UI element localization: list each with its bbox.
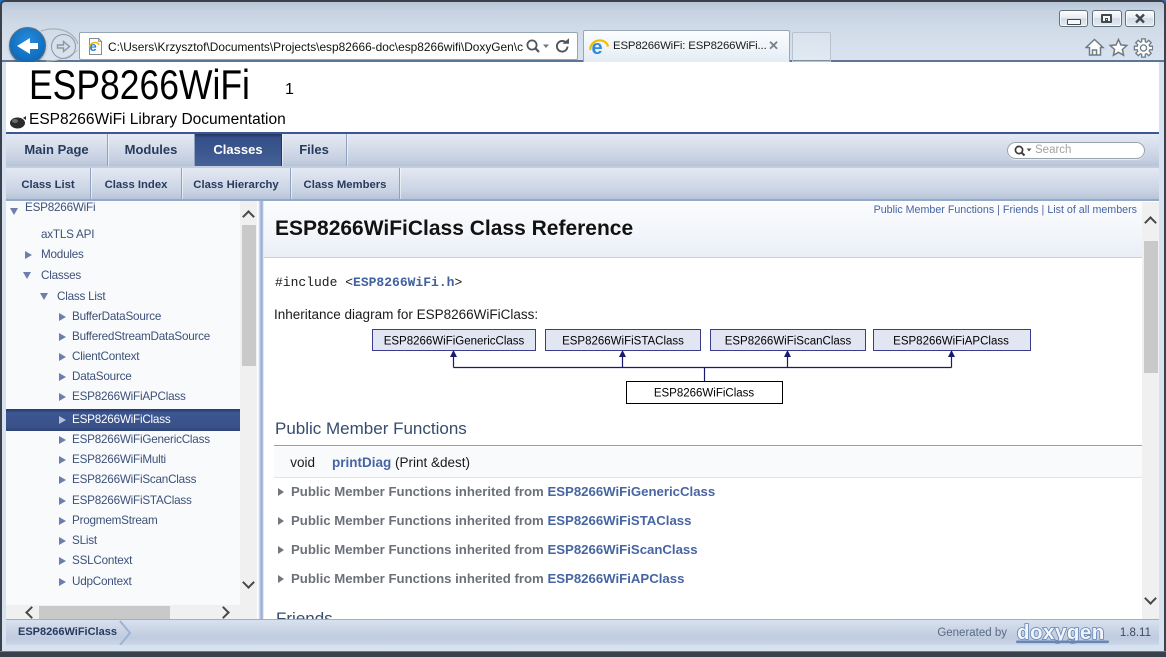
svg-text:ESP8266WiFiClass: ESP8266WiFiClass xyxy=(654,388,755,400)
svg-text:ESP8266WiFiAPClass: ESP8266WiFiAPClass xyxy=(893,336,1009,348)
svg-text:ESP8266WiFiSTAClass: ESP8266WiFiSTAClass xyxy=(562,336,684,348)
svg-text:e: e xyxy=(90,39,97,54)
svg-text:ESP8266WiFiGenericClass: ESP8266WiFiGenericClass xyxy=(384,336,525,348)
svg-text:ESP8266WiFiScanClass: ESP8266WiFiScanClass xyxy=(725,336,852,348)
